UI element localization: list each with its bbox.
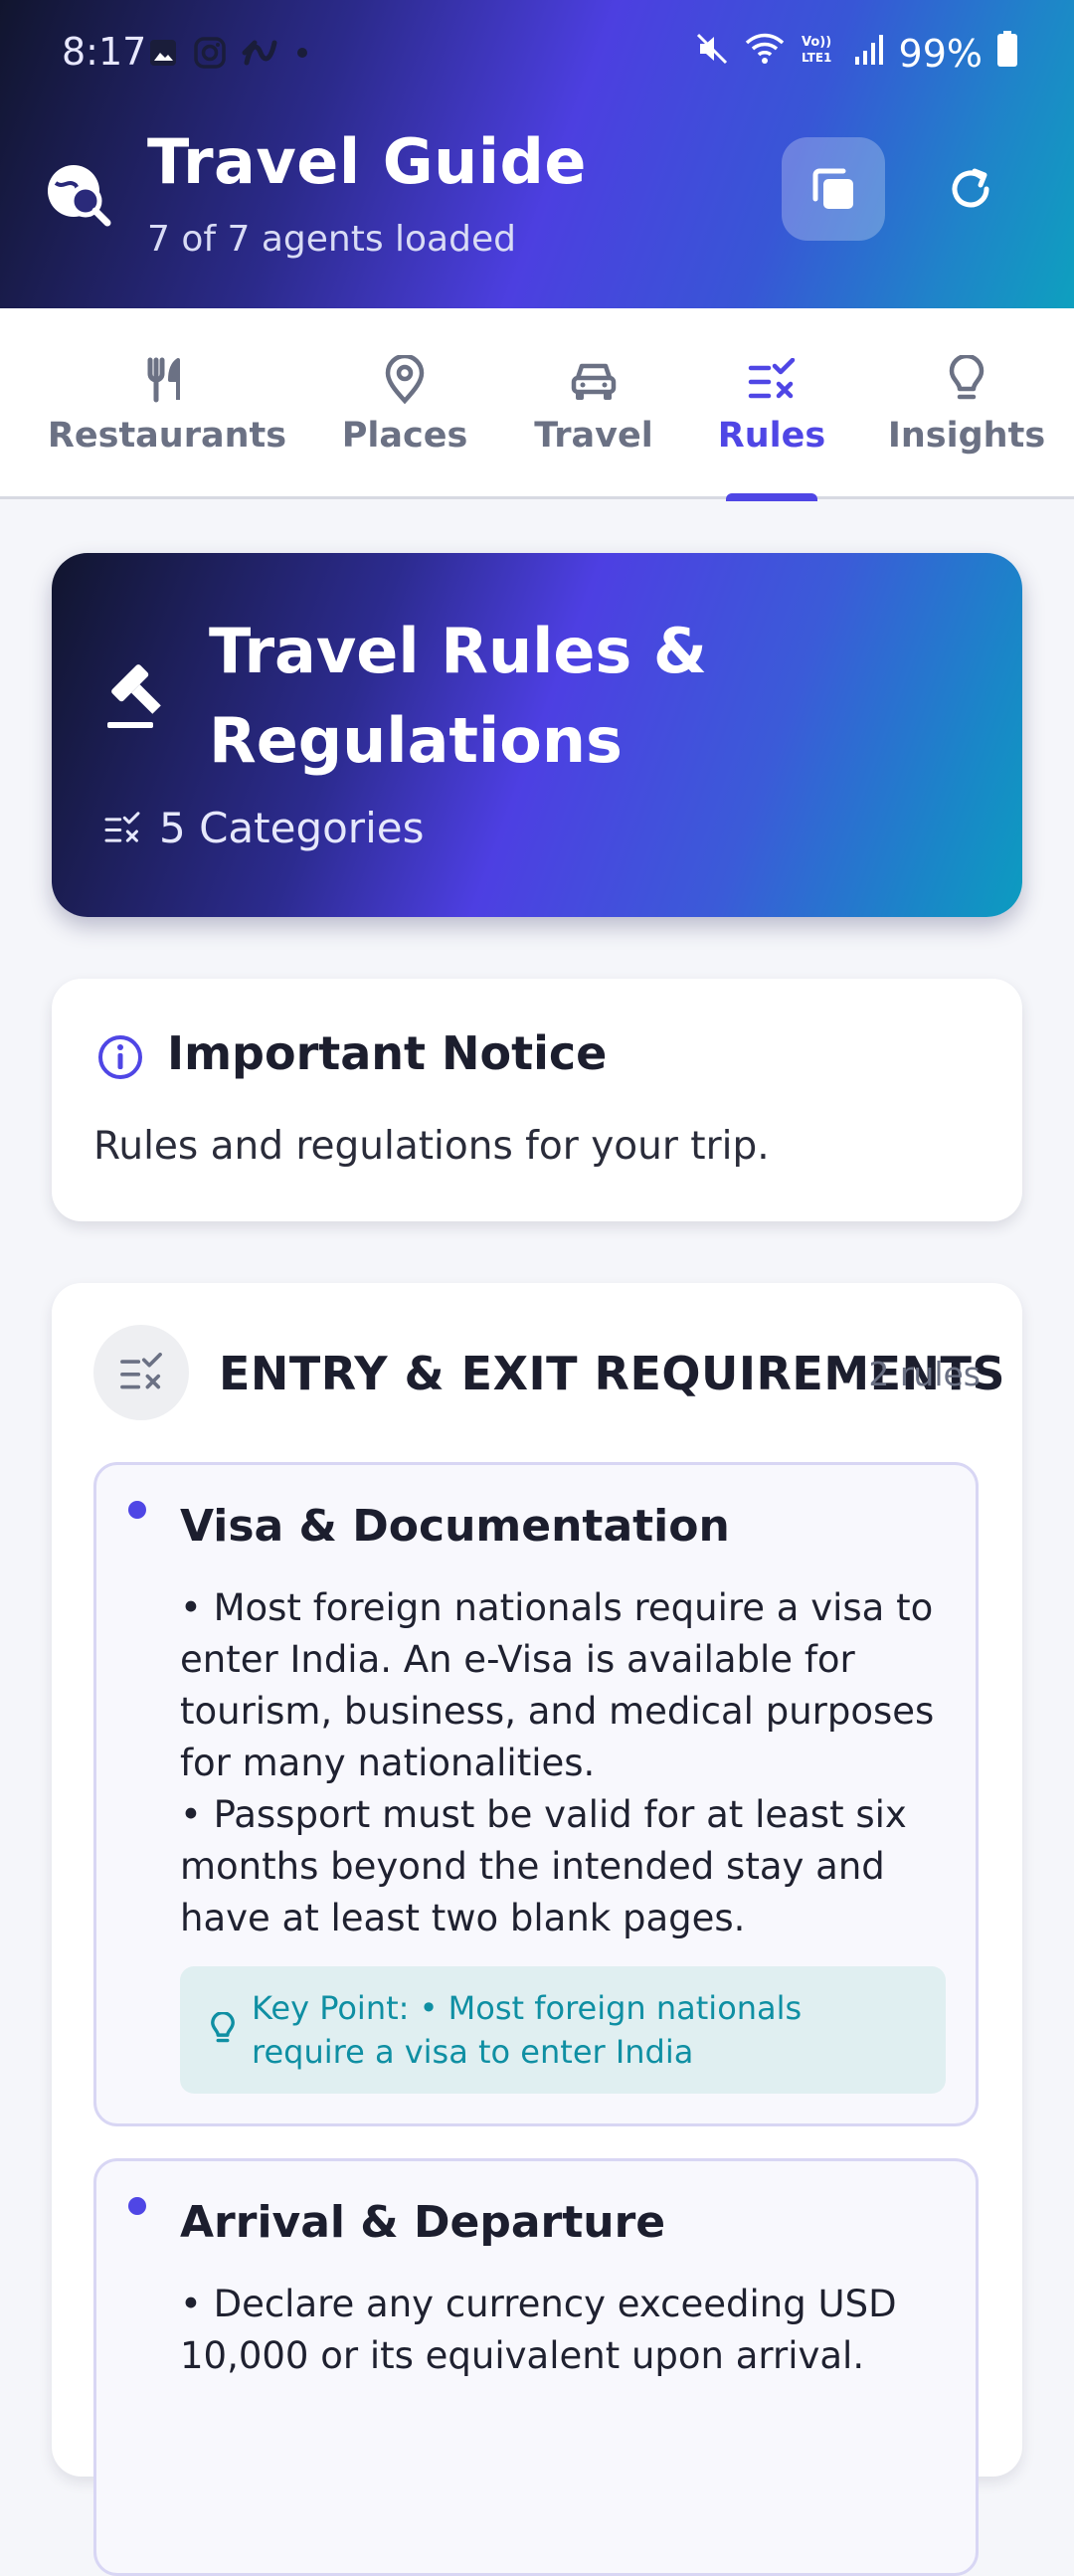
notice-title: Important Notice bbox=[167, 1026, 608, 1080]
wifi-icon bbox=[744, 31, 786, 76]
dot-icon bbox=[292, 43, 312, 63]
list-check-icon bbox=[120, 1353, 162, 1389]
tab-travel[interactable]: Travel bbox=[494, 308, 693, 499]
key-point-text: Key Point: • Most foreign nationals requ… bbox=[252, 1989, 803, 2071]
tab-label: Restaurants bbox=[47, 416, 287, 456]
rule-bullet bbox=[128, 2197, 146, 2215]
important-notice-card: Important Notice Rules and regulations f… bbox=[52, 979, 1022, 1221]
battery-percent: 99% bbox=[898, 31, 983, 76]
tab-label: Rules bbox=[717, 416, 826, 456]
app-title-row: Travel Guide 7 of 7 agents loaded bbox=[0, 109, 1074, 308]
rule-line: • Most foreign nationals require a visa … bbox=[180, 1586, 935, 1784]
tab-restaurants[interactable]: Restaurants bbox=[48, 308, 286, 499]
rule-title: Arrival & Departure bbox=[180, 2197, 666, 2248]
globe-search-icon bbox=[44, 159, 113, 229]
app-title: Travel Guide bbox=[147, 125, 587, 198]
status-bar: 8:17 Vo)) LTE1 99% bbox=[0, 0, 1074, 109]
hero-title: Travel Rules & Regulations bbox=[209, 615, 707, 777]
notice-text: Rules and regulations for your trip. bbox=[93, 1124, 770, 1169]
tab-label: Insights bbox=[887, 416, 1046, 456]
key-point-box: Key Point: • Most foreign nationals requ… bbox=[180, 1966, 946, 2094]
rule-body: • Most foreign nationals require a visa … bbox=[180, 1582, 956, 1944]
signal-icon bbox=[853, 32, 885, 76]
rule-line: • Declare any currency exceeding USD 10,… bbox=[180, 2283, 897, 2377]
tab-label: Travel bbox=[534, 416, 653, 456]
hero-category-count: 5 Categories bbox=[103, 804, 424, 852]
refresh-button[interactable] bbox=[919, 137, 1022, 241]
status-system-icons: Vo)) LTE1 99% bbox=[694, 30, 1018, 77]
car-icon bbox=[570, 354, 618, 406]
volte-icon: Vo)) LTE1 bbox=[800, 31, 839, 76]
copy-button[interactable] bbox=[782, 137, 885, 241]
rule-body: • Declare any currency exceeding USD 10,… bbox=[180, 2279, 956, 2382]
hero-meta-text: 5 Categories bbox=[159, 804, 425, 852]
rule-line: • Passport must be valid for at least si… bbox=[180, 1793, 907, 1939]
list-check-icon bbox=[104, 811, 140, 842]
tab-label: Places bbox=[341, 416, 468, 456]
svg-text:LTE1: LTE1 bbox=[802, 51, 831, 65]
mute-icon bbox=[694, 31, 730, 76]
rule-item[interactable]: Visa & Documentation • Most foreign nati… bbox=[93, 1462, 979, 2126]
rule-item[interactable]: Arrival & Departure • Declare any curren… bbox=[93, 2158, 979, 2576]
copy-icon bbox=[812, 168, 853, 209]
gavel-icon bbox=[103, 660, 179, 736]
status-time: 8:17 bbox=[62, 30, 147, 74]
category-rule-count: 2 rules bbox=[868, 1355, 981, 1393]
category-icon bbox=[93, 1325, 189, 1420]
rules-hero-card: Travel Rules & Regulations 5 Categories bbox=[52, 553, 1022, 917]
map-pin-icon bbox=[384, 354, 426, 406]
app-icon bbox=[241, 37, 278, 69]
tab-insights[interactable]: Insights bbox=[867, 308, 1066, 499]
app-header: 8:17 Vo)) LTE1 99% Travel Guide 7 of 7 a… bbox=[0, 0, 1074, 308]
utensils-icon bbox=[144, 354, 190, 406]
tab-places[interactable]: Places bbox=[305, 308, 504, 499]
instagram-icon bbox=[193, 36, 227, 70]
rule-bullet bbox=[128, 1501, 146, 1519]
category-card[interactable]: ENTRY & EXIT REQUIREMENTS 2 rules Visa &… bbox=[52, 1283, 1022, 2576]
tab-rules[interactable]: Rules bbox=[672, 308, 871, 499]
rule-title: Visa & Documentation bbox=[180, 1501, 730, 1552]
lightbulb-icon bbox=[206, 2011, 240, 2046]
svg-text:Vo)): Vo)) bbox=[802, 35, 831, 50]
list-check-icon bbox=[747, 354, 797, 406]
app-subtitle: 7 of 7 agents loaded bbox=[147, 219, 516, 260]
status-notification-icons bbox=[147, 36, 312, 70]
lightbulb-icon bbox=[948, 354, 985, 406]
active-tab-indicator bbox=[726, 493, 817, 501]
gallery-icon bbox=[147, 37, 179, 69]
info-icon bbox=[95, 1032, 145, 1082]
tab-bar: Restaurants Places Travel Rules Insights bbox=[0, 308, 1074, 501]
battery-icon bbox=[996, 30, 1018, 77]
refresh-icon bbox=[952, 168, 989, 208]
